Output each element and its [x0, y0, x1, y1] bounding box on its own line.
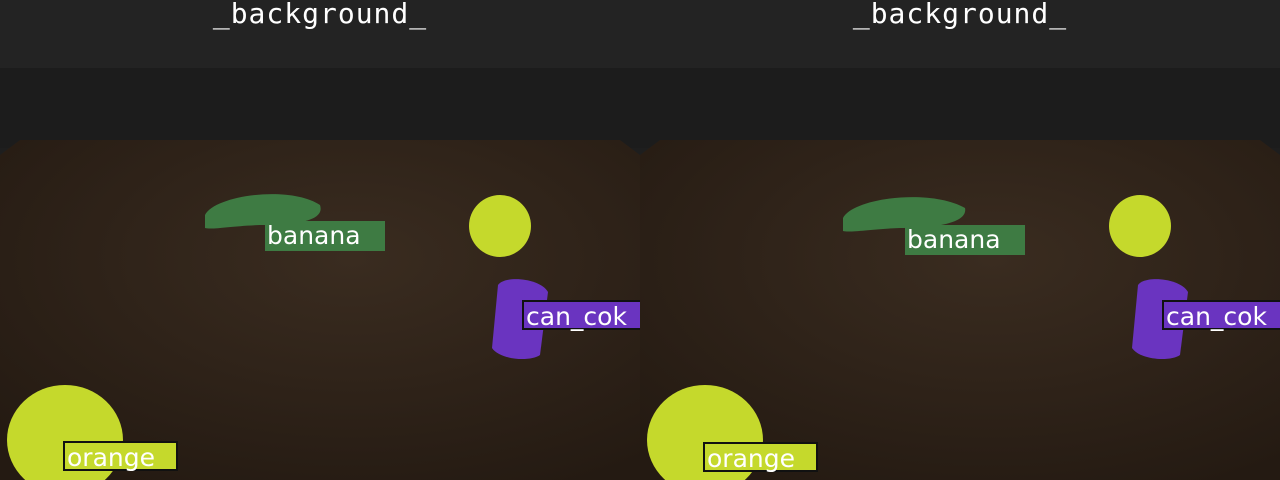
lime-object [469, 195, 531, 257]
orange-label: orange [703, 442, 818, 473]
banana-label: banana [265, 221, 385, 251]
right-panel: _background_ banana can_cok orange [640, 0, 1280, 480]
orange-label: orange [63, 441, 178, 472]
can-coke-label: can_cok [1162, 300, 1280, 331]
left-panel: _background_ banana can_cok orange [0, 0, 640, 480]
can-coke-label: can_cok [522, 300, 640, 331]
lime-object [1109, 195, 1171, 257]
banana-label: banana [905, 225, 1025, 255]
background-label: _background_ [852, 0, 1068, 30]
background-label: _background_ [212, 0, 428, 30]
